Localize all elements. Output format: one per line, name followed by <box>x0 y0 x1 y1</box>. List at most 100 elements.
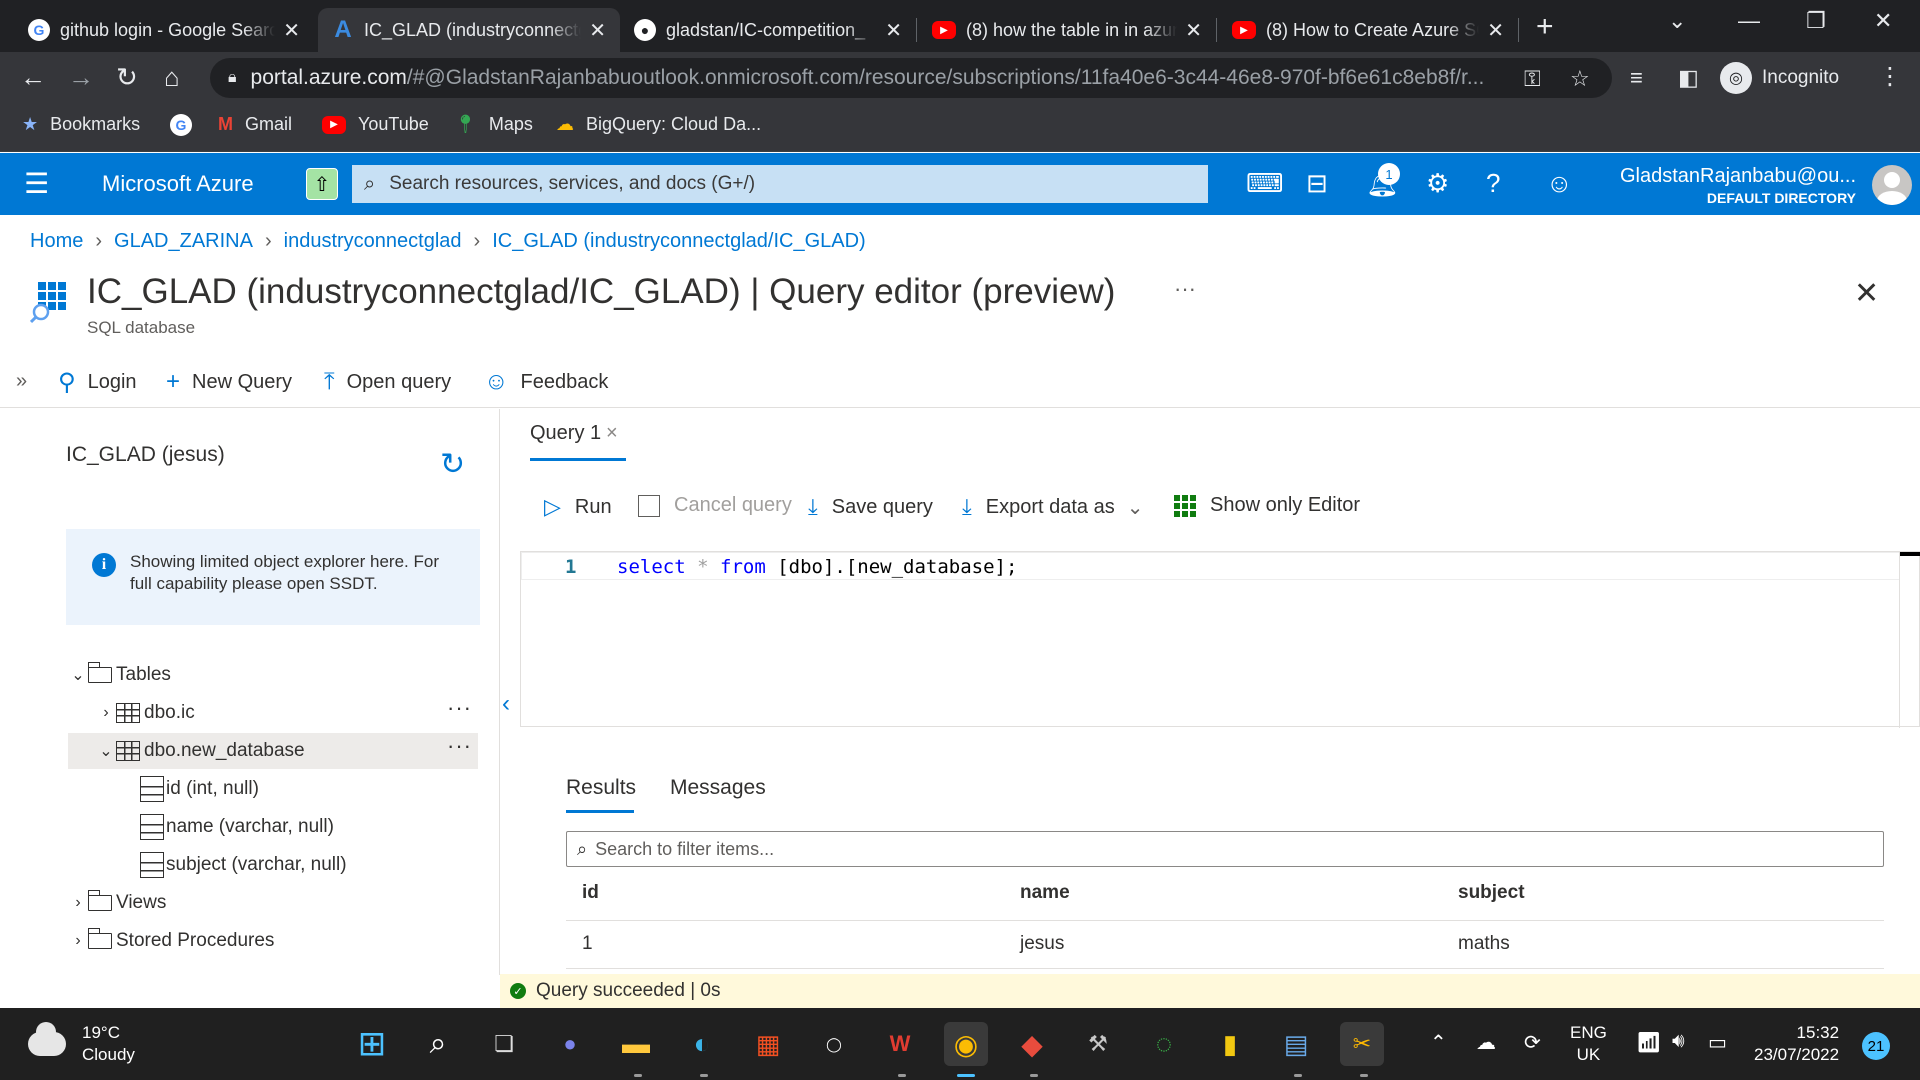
feedback-icon[interactable]: ☺ <box>1546 168 1573 199</box>
bookmark-item[interactable]: ▶ YouTube <box>322 114 429 135</box>
sync-icon[interactable]: ⟳ <box>1524 1030 1541 1055</box>
export-data-button[interactable]: ⤓ Export data as ⌄ <box>962 494 1143 520</box>
tree-node-stored-procedures[interactable]: › Stored Procedures <box>68 923 478 959</box>
loading-circle-icon[interactable]: ◌ <box>1142 1022 1186 1066</box>
directory-filter-icon[interactable]: ⊟ <box>1306 168 1328 199</box>
results-filter-input[interactable]: ⌕ Search to filter items... <box>566 831 1884 867</box>
side-panel-icon[interactable]: ◧ <box>1678 65 1699 91</box>
close-tab-icon[interactable]: ✕ <box>589 18 606 43</box>
wps-office-icon[interactable]: W <box>878 1022 922 1066</box>
cloud-shell-icon[interactable]: ⌨ <box>1246 168 1284 199</box>
restore-icon[interactable]: ❐ <box>1806 8 1826 34</box>
reload-icon[interactable]: ↻ <box>116 62 138 93</box>
close-tab-icon[interactable]: ✕ <box>1487 18 1504 43</box>
reading-list-icon[interactable]: ≡ <box>1630 65 1643 91</box>
portal-menu-icon[interactable]: ☰ <box>24 167 49 200</box>
onedrive-cloud-icon[interactable]: ☁︎ <box>1476 1030 1496 1055</box>
browser-tab-active[interactable]: A IC_GLAD (industryconnectglad/IC_GLAD) … <box>318 8 620 52</box>
breadcrumb-resource-group[interactable]: GLAD_ZARINA <box>114 230 253 253</box>
close-blade-icon[interactable]: ✕ <box>1854 276 1879 311</box>
battery-icon[interactable]: ▭ <box>1708 1030 1727 1055</box>
global-search-input[interactable]: ⌕ Search resources, services, and docs (… <box>352 165 1208 203</box>
browser-tab[interactable]: ● gladstan/IC-competition_ ✕ <box>620 8 916 52</box>
more-options-icon[interactable]: ··· <box>447 733 472 759</box>
upgrade-icon[interactable]: ⇧ <box>306 168 338 200</box>
tree-node-column[interactable]: name (varchar, null) <box>68 809 478 845</box>
forward-icon[interactable]: → <box>68 62 94 93</box>
azure-brand[interactable]: Microsoft Azure <box>102 171 254 197</box>
windows-start-icon[interactable]: ⊞ <box>350 1022 394 1066</box>
settings-gear-icon[interactable]: ⚙ <box>1426 168 1449 199</box>
chrome-menu-icon[interactable]: ⋮ <box>1878 62 1902 91</box>
save-query-button[interactable]: ⤓ Save query <box>808 494 933 520</box>
close-tab-icon[interactable]: ✕ <box>885 18 902 43</box>
search-icon[interactable]: ⌕ <box>416 1022 460 1066</box>
close-tab-icon[interactable]: ✕ <box>1185 18 1202 43</box>
close-tab-icon[interactable]: ✕ <box>283 18 300 43</box>
notepad-icon[interactable]: ▤ <box>1274 1022 1318 1066</box>
tree-node-views[interactable]: › Views <box>68 885 478 921</box>
column-header[interactable]: id <box>582 882 599 904</box>
window-close-icon[interactable]: ✕ <box>1874 8 1892 34</box>
tab-messages[interactable]: Messages <box>670 776 766 800</box>
login-button[interactable]: ⚲ Login <box>58 368 137 397</box>
column-header[interactable]: name <box>1020 882 1070 904</box>
notification-count-badge[interactable]: 21 <box>1862 1032 1890 1060</box>
help-icon[interactable]: ? <box>1486 168 1500 199</box>
show-only-editor-button[interactable]: Show only Editor <box>1174 494 1360 517</box>
tab-search-icon[interactable]: ⌄ <box>1668 8 1686 34</box>
open-query-button[interactable]: ⤒ Open query <box>324 368 451 396</box>
store-icon[interactable]: ▦ <box>746 1022 790 1066</box>
ssms-icon[interactable]: ⚒ <box>1076 1022 1120 1066</box>
code-line[interactable]: select * from [dbo].[new_database]; <box>617 556 1017 578</box>
refresh-icon[interactable]: ↻ <box>440 447 465 482</box>
weather-widget[interactable]: 19°C Cloudy <box>28 1022 135 1066</box>
anydesk-icon[interactable]: ◆ <box>1010 1022 1054 1066</box>
table-cell[interactable]: 1 <box>582 933 593 955</box>
tree-node-column[interactable]: id (int, null) <box>68 771 478 807</box>
tab-query-1[interactable]: Query 1 <box>530 422 601 445</box>
table-cell[interactable]: jesus <box>1020 933 1064 955</box>
breadcrumb-server[interactable]: industryconnectglad <box>284 230 462 253</box>
avatar[interactable] <box>1872 165 1912 205</box>
table-cell[interactable]: maths <box>1458 933 1510 955</box>
chevron-up-icon[interactable]: ⌃ <box>1430 1030 1447 1055</box>
feedback-button[interactable]: ☺ Feedback <box>484 368 608 396</box>
volume-icon[interactable]: 🔊︎ <box>1672 1030 1685 1053</box>
cancel-query-button[interactable]: Cancel query <box>638 494 792 517</box>
column-header[interactable]: subject <box>1458 882 1525 904</box>
home-icon[interactable]: ⌂ <box>164 62 180 93</box>
collapse-panel-icon[interactable]: ‹ <box>502 690 510 718</box>
bookmark-item[interactable]: M Gmail <box>218 114 292 135</box>
sql-editor[interactable]: 1 select * from [dbo].[new_database]; <box>520 551 1920 728</box>
breadcrumb-database[interactable]: IC_GLAD (industryconnectglad/IC_GLAD) <box>492 230 866 253</box>
system-clock[interactable]: 15:32 23/07/2022 <box>1754 1022 1839 1066</box>
snipping-tool-icon[interactable]: ✂ <box>1340 1022 1384 1066</box>
breadcrumb-home[interactable]: Home <box>30 230 83 253</box>
editor-scrollbar[interactable] <box>1899 552 1920 728</box>
back-icon[interactable]: ← <box>20 62 46 93</box>
bookmark-item[interactable]: G <box>170 114 192 136</box>
browser-tab[interactable]: ▶ (8) how the table in in azure ✕ <box>918 8 1216 52</box>
wifi-icon[interactable]: 📶︎ <box>1636 1030 1661 1055</box>
run-button[interactable]: ▷ Run <box>544 494 612 520</box>
minimize-icon[interactable]: — <box>1738 8 1760 34</box>
edge-icon[interactable]: ◐ <box>680 1022 724 1066</box>
bookmark-item[interactable]: 📍︎ Maps <box>454 114 533 135</box>
chat-icon[interactable]: ● <box>548 1022 592 1066</box>
power-bi-icon[interactable]: ▮ <box>1208 1022 1252 1066</box>
close-tab-icon[interactable]: × <box>606 422 618 445</box>
tree-node-table[interactable]: ⌄ dbo.new_database ··· <box>68 733 478 769</box>
account-name[interactable]: GladstanRajanbabu@ou... <box>1620 165 1856 188</box>
tree-node-table[interactable]: › dbo.ic ··· <box>68 695 478 731</box>
new-tab-icon[interactable]: + <box>1536 10 1554 44</box>
dell-icon[interactable]: ◯ <box>812 1022 856 1066</box>
tree-node-column[interactable]: subject (varchar, null) <box>68 847 478 883</box>
bookmark-item[interactable]: ☁︎ BigQuery: Cloud Da... <box>556 114 761 135</box>
tab-results[interactable]: Results <box>566 776 636 800</box>
more-options-icon[interactable]: ··· <box>1174 276 1196 302</box>
address-bar[interactable]: 🔒︎ portal.azure.com/#@GladstanRajanbabuo… <box>210 58 1612 98</box>
bookmark-star-icon[interactable]: ☆ <box>1570 66 1590 92</box>
incognito-profile[interactable]: ◎ Incognito <box>1720 58 1839 98</box>
chrome-icon[interactable]: ◉ <box>944 1022 988 1066</box>
